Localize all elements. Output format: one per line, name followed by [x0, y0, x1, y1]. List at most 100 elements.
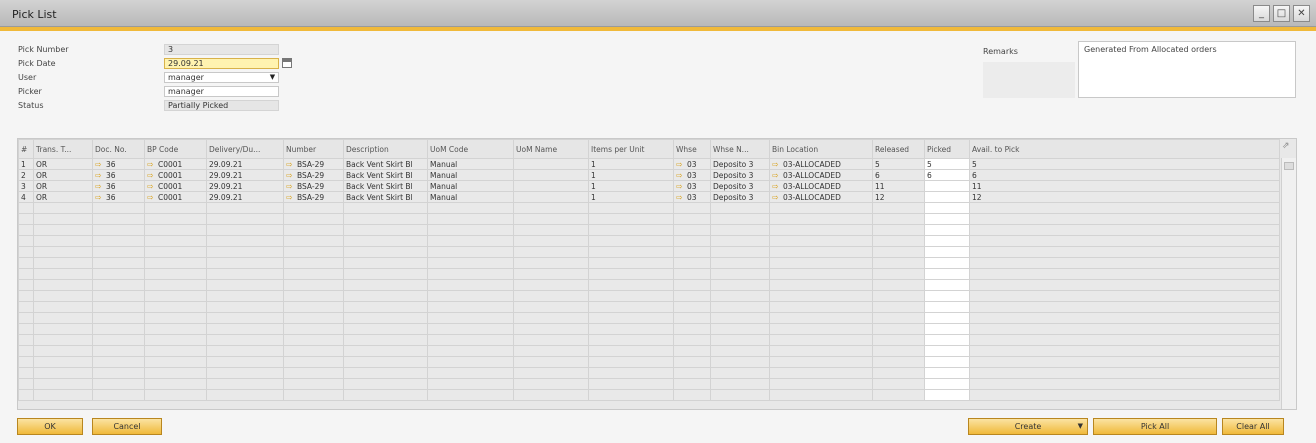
column-header[interactable]: UoM Name — [513, 139, 589, 159]
chevron-down-icon[interactable]: ▼ — [268, 72, 277, 82]
table-row[interactable]: 1 OR ⇨ 36 ⇨ C0001 29.09.21 ⇨ BSA-29 Back Vent Ski… — [18, 158, 1280, 170]
table-row[interactable] — [18, 301, 1280, 313]
table-cell[interactable] — [924, 257, 970, 269]
column-header[interactable]: Trans. T... — [33, 139, 93, 159]
link-arrow-icon[interactable]: ⇨ — [95, 182, 104, 190]
table-row[interactable] — [18, 323, 1280, 335]
chevron-down-icon[interactable]: ▼ — [1078, 419, 1083, 434]
pick-date-field[interactable]: 29.09.21 — [164, 58, 279, 69]
column-header[interactable]: Whse N... — [710, 139, 770, 159]
table-row[interactable]: 2 OR ⇨ 36 ⇨ C0001 29.09.21 ⇨ BSA-29 Back Vent Ski… — [18, 169, 1280, 181]
table-cell[interactable] — [924, 246, 970, 258]
table-row[interactable] — [18, 356, 1280, 368]
table-cell[interactable]: 5 — [924, 158, 970, 170]
column-header[interactable]: Number — [283, 139, 344, 159]
table-cell[interactable] — [924, 202, 970, 214]
table-cell[interactable] — [924, 290, 970, 302]
link-arrow-icon[interactable]: ⇨ — [286, 193, 295, 201]
column-header[interactable]: Picked — [924, 139, 970, 159]
picker-field[interactable]: manager — [164, 86, 279, 97]
table-cell[interactable] — [924, 235, 970, 247]
link-arrow-icon[interactable]: ⇨ — [147, 171, 156, 179]
table-cell[interactable] — [924, 378, 970, 390]
table-row[interactable] — [18, 367, 1280, 379]
link-arrow-icon[interactable]: ⇨ — [147, 182, 156, 190]
column-header[interactable]: UoM Code — [427, 139, 514, 159]
column-header[interactable]: Items per Unit — [588, 139, 674, 159]
link-arrow-icon[interactable]: ⇨ — [676, 193, 685, 201]
table-row[interactable] — [18, 312, 1280, 324]
remarks-spacer — [983, 62, 1075, 98]
table-row[interactable] — [18, 290, 1280, 302]
link-arrow-icon[interactable]: ⇨ — [772, 193, 781, 201]
table-cell[interactable] — [924, 323, 970, 335]
remarks-field[interactable]: Generated From Allocated orders — [1078, 41, 1296, 98]
close-icon[interactable]: ✕ — [1293, 5, 1310, 22]
link-arrow-icon[interactable]: ⇨ — [286, 171, 295, 179]
table-row[interactable] — [18, 334, 1280, 346]
minimize-icon[interactable]: _ — [1253, 5, 1270, 22]
ok-button[interactable]: OK — [17, 418, 83, 435]
vertical-scrollbar[interactable] — [1281, 158, 1296, 409]
table-cell[interactable] — [924, 279, 970, 291]
table-row[interactable] — [18, 213, 1280, 225]
table-cell[interactable]: 6 — [924, 169, 970, 181]
table-row[interactable] — [18, 202, 1280, 214]
table-row[interactable] — [18, 246, 1280, 258]
link-arrow-icon[interactable]: ⇨ — [147, 193, 156, 201]
link-arrow-icon[interactable]: ⇨ — [676, 182, 685, 190]
table-cell — [206, 367, 284, 379]
link-arrow-icon[interactable]: ⇨ — [772, 171, 781, 179]
table-row[interactable] — [18, 257, 1280, 269]
table-row[interactable] — [18, 268, 1280, 280]
column-header[interactable]: BP Code — [144, 139, 207, 159]
table-cell[interactable] — [924, 268, 970, 280]
table-cell[interactable] — [924, 389, 970, 401]
table-cell[interactable] — [924, 191, 970, 203]
column-header[interactable]: Whse — [673, 139, 711, 159]
maximize-icon[interactable]: □ — [1273, 5, 1290, 22]
form-settings-icon[interactable]: ⇗ — [1282, 141, 1293, 152]
table-row[interactable] — [18, 378, 1280, 390]
table-cell[interactable] — [924, 312, 970, 324]
link-arrow-icon[interactable]: ⇨ — [676, 171, 685, 179]
column-header[interactable]: Bin Location — [769, 139, 873, 159]
link-arrow-icon[interactable]: ⇨ — [676, 160, 685, 168]
column-header[interactable]: Released — [872, 139, 925, 159]
column-header[interactable]: Delivery/Du... — [206, 139, 284, 159]
link-arrow-icon[interactable]: ⇨ — [286, 182, 295, 190]
link-arrow-icon[interactable]: ⇨ — [772, 160, 781, 168]
table-row[interactable] — [18, 279, 1280, 291]
table-cell[interactable] — [924, 180, 970, 192]
table-row[interactable] — [18, 389, 1280, 401]
column-header[interactable]: Avail. to Pick — [969, 139, 1280, 159]
table-cell[interactable] — [924, 213, 970, 225]
pick-all-button[interactable]: Pick All — [1093, 418, 1217, 435]
link-arrow-icon[interactable]: ⇨ — [95, 193, 104, 201]
column-header[interactable]: # — [18, 139, 34, 159]
table-row[interactable] — [18, 224, 1280, 236]
table-cell[interactable] — [924, 334, 970, 346]
cancel-button[interactable]: Cancel — [92, 418, 162, 435]
create-button[interactable]: Create ▼ — [968, 418, 1088, 435]
column-header[interactable]: Description — [343, 139, 428, 159]
table-row[interactable] — [18, 345, 1280, 357]
table-cell[interactable] — [924, 301, 970, 313]
link-arrow-icon[interactable]: ⇨ — [95, 160, 104, 168]
table-cell[interactable] — [924, 224, 970, 236]
link-arrow-icon[interactable]: ⇨ — [147, 160, 156, 168]
table-cell[interactable] — [924, 356, 970, 368]
user-field[interactable]: manager — [164, 72, 279, 83]
link-arrow-icon[interactable]: ⇨ — [286, 160, 295, 168]
link-arrow-icon[interactable]: ⇨ — [772, 182, 781, 190]
table-row[interactable]: 3 OR ⇨ 36 ⇨ C0001 29.09.21 ⇨ BSA-29 Back Vent Ski… — [18, 180, 1280, 192]
table-cell[interactable] — [924, 367, 970, 379]
link-arrow-icon[interactable]: ⇨ — [95, 171, 104, 179]
scrollbar-thumb[interactable] — [1284, 162, 1294, 170]
table-cell[interactable] — [924, 345, 970, 357]
calendar-icon[interactable] — [282, 58, 292, 68]
table-row[interactable] — [18, 235, 1280, 247]
column-header[interactable]: Doc. No. — [92, 139, 145, 159]
table-row[interactable]: 4 OR ⇨ 36 ⇨ C0001 29.09.21 ⇨ BSA-29 Back Vent Ski… — [18, 191, 1280, 203]
clear-all-button[interactable]: Clear All — [1222, 418, 1284, 435]
